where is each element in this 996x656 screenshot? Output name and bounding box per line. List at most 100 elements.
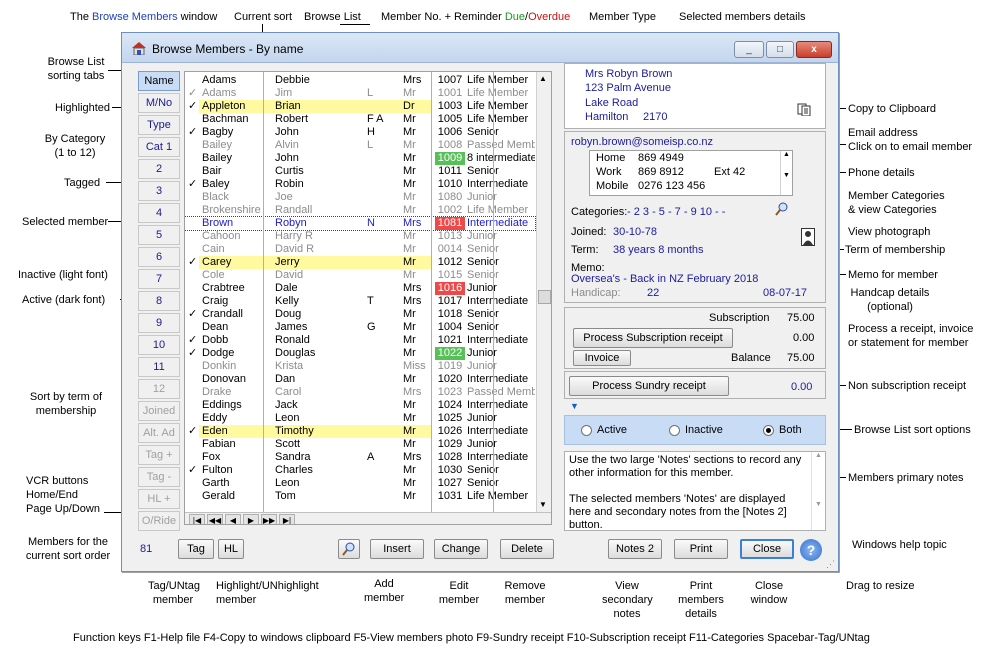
member-type-cell: Passed Membe (467, 386, 535, 398)
next-icon[interactable]: ▶ (243, 514, 259, 524)
close-window-button[interactable]: x (796, 41, 832, 58)
table-row[interactable]: Eddy Leon Mr 1025 Junior (185, 412, 535, 425)
table-row[interactable]: ✓ Crandall Doug Mr 1018 Senior (185, 308, 535, 321)
table-row[interactable]: Bachman Robert F A Mr 1005 Life Member (185, 113, 535, 126)
process-subscription-button[interactable]: Process Subscription receipt (573, 328, 733, 348)
sort-tab[interactable]: Cat 1 (138, 137, 180, 157)
table-row[interactable]: ✓ Dodge Douglas Mr 1022 Junior (185, 347, 535, 360)
print-button[interactable]: Print (674, 539, 728, 559)
table-row[interactable]: Gerald Tom Mr 1031 Life Member (185, 490, 535, 503)
sort-tab[interactable]: 12 (138, 379, 180, 399)
member-type-cell: Life Member (467, 87, 529, 99)
tag-button[interactable]: Tag (178, 539, 214, 559)
sort-tab[interactable]: Type (138, 115, 180, 135)
end-icon[interactable]: ▶| (279, 514, 295, 524)
sort-tab[interactable]: 3 (138, 181, 180, 201)
sort-tab[interactable]: 2 (138, 159, 180, 179)
sort-tab[interactable]: 11 (138, 357, 180, 377)
sort-tab[interactable]: O/Ride (138, 511, 180, 531)
page-down-icon[interactable]: ▶▶ (261, 514, 277, 524)
page-up-icon[interactable]: ◀◀ (207, 514, 223, 524)
sort-tab[interactable]: 4 (138, 203, 180, 223)
home-icon[interactable]: |◀ (189, 514, 205, 524)
resize-grip-icon[interactable]: ⋰ (826, 559, 835, 570)
delete-button[interactable]: Delete (500, 539, 554, 559)
sort-tab[interactable]: Tag - (138, 467, 180, 487)
table-row[interactable]: ✓ Carey Jerry Mr 1012 Senior (185, 256, 535, 269)
sort-tab[interactable]: Alt. Ad (138, 423, 180, 443)
table-row[interactable]: Fox Sandra A Mrs 1028 Intermediate (185, 451, 535, 464)
radio-both[interactable] (763, 425, 774, 436)
sort-tab[interactable]: 9 (138, 313, 180, 333)
table-row[interactable]: Fabian Scott Mr 1029 Junior (185, 438, 535, 451)
minimize-button[interactable]: _ (734, 41, 764, 58)
close-button[interactable]: Close (740, 539, 794, 559)
insert-button[interactable]: Insert (370, 539, 424, 559)
notes-scrollbar[interactable]: ▲ ▼ (811, 452, 825, 530)
table-row[interactable]: Garth Leon Mr 1027 Senior (185, 477, 535, 490)
table-row[interactable]: Black Joe Mr 1080 Junior (185, 191, 535, 204)
sort-tab[interactable]: 5 (138, 225, 180, 245)
expand-arrow-icon[interactable]: ▼ (570, 401, 579, 411)
member-list[interactable]: Adams Debbie Mrs 1007 Life Member ✓ Adams Jim L M… (184, 71, 552, 525)
table-row[interactable]: Eddings Jack Mr 1024 Intermediate (185, 399, 535, 412)
notes2-button[interactable]: Notes 2 (608, 539, 662, 559)
table-row[interactable]: Cain David R Mr 0014 Senior (185, 243, 535, 256)
scroll-up-icon[interactable]: ▲ (539, 74, 547, 83)
sort-tab[interactable]: M/No (138, 93, 180, 113)
copy-clipboard-icon[interactable] (797, 102, 811, 116)
sort-tab[interactable]: 7 (138, 269, 180, 289)
sort-tab[interactable]: Tag + (138, 445, 180, 465)
table-row[interactable]: Drake Carol Mrs 1023 Passed Membe (185, 386, 535, 399)
table-row[interactable]: ✓ Appleton Brian Dr 1003 Life Member (185, 100, 535, 113)
scroll-thumb[interactable] (538, 290, 551, 304)
table-row[interactable]: Crabtree Dale Mrs 1016 Junior (185, 282, 535, 295)
sort-tab[interactable]: Name (138, 71, 180, 91)
table-row[interactable]: Bailey John Mr 1009 8 intermediate (185, 152, 535, 165)
radio-active[interactable] (581, 425, 592, 436)
table-row[interactable]: Donovan Dan Mr 1020 Intermediate (185, 373, 535, 386)
sort-tab[interactable]: 10 (138, 335, 180, 355)
notes-panel[interactable]: Use the two large 'Notes' sections to re… (564, 451, 826, 531)
previous-icon[interactable]: ◀ (225, 514, 241, 524)
table-row[interactable]: Bair Curtis Mr 1011 Senior (185, 165, 535, 178)
radio-inactive[interactable] (669, 425, 680, 436)
table-row[interactable]: ✓ Baley Robin Mr 1010 Intermediate (185, 178, 535, 191)
sort-tab[interactable]: HL + (138, 489, 180, 509)
maximize-button[interactable]: □ (766, 41, 794, 58)
firstname-cell: Robin (275, 178, 304, 190)
sort-tab[interactable]: 8 (138, 291, 180, 311)
title-bar[interactable]: Browse Members - By name _ □ x (122, 33, 838, 63)
help-icon[interactable]: ? (800, 539, 822, 561)
invoice-button[interactable]: Invoice (573, 350, 631, 366)
phone-scrollbar[interactable]: ▲ ▼ (780, 151, 792, 195)
table-row[interactable]: Craig Kelly T Mrs 1017 Intermediate (185, 295, 535, 308)
table-row[interactable]: ✓ Dobb Ronald Mr 1021 Intermediate (185, 334, 535, 347)
radio-both-label[interactable]: Both (779, 424, 802, 436)
magnifier-icon[interactable] (775, 202, 789, 216)
table-row[interactable]: ✓ Bagby John H Mr 1006 Senior (185, 126, 535, 139)
process-sundry-button[interactable]: Process Sundry receipt (569, 376, 729, 396)
table-row[interactable]: Bailey Alvin L Mr 1008 Passed Membe (185, 139, 535, 152)
table-row[interactable]: ✓ Eden Timothy Mr 1026 Intermediate (185, 425, 535, 438)
table-row[interactable]: Dean James G Mr 1004 Senior (185, 321, 535, 334)
table-row[interactable]: Donkin Krista Miss 1019 Junior (185, 360, 535, 373)
table-row[interactable]: Adams Debbie Mrs 1007 Life Member (185, 74, 535, 87)
radio-active-label[interactable]: Active (597, 424, 627, 436)
scroll-down-icon[interactable]: ▼ (539, 500, 547, 509)
table-row[interactable]: Brown Robyn N Mrs 1081 Intermediate (185, 216, 536, 231)
view-photo-button[interactable] (338, 539, 360, 559)
table-row[interactable]: Brokenshire Randall Mr 1002 Life Member (185, 204, 535, 217)
table-row[interactable]: ✓ Fulton Charles Mr 1030 Senior (185, 464, 535, 477)
radio-inactive-label[interactable]: Inactive (685, 424, 723, 436)
table-row[interactable]: Cole David Mr 1015 Senior (185, 269, 535, 282)
table-row[interactable]: ✓ Adams Jim L Mr 1001 Life Member (185, 87, 535, 100)
sort-tab[interactable]: Joined (138, 401, 180, 421)
list-scrollbar[interactable]: ▲ ▼ (536, 72, 551, 512)
change-button[interactable]: Change (434, 539, 488, 559)
table-row[interactable]: Cahoon Harry R Mr 1013 Junior (185, 230, 535, 243)
email-link[interactable]: robyn.brown@someisp.co.nz (571, 136, 713, 148)
highlight-button[interactable]: HL (218, 539, 244, 559)
sort-tab[interactable]: 6 (138, 247, 180, 267)
photograph-icon[interactable] (801, 228, 815, 246)
